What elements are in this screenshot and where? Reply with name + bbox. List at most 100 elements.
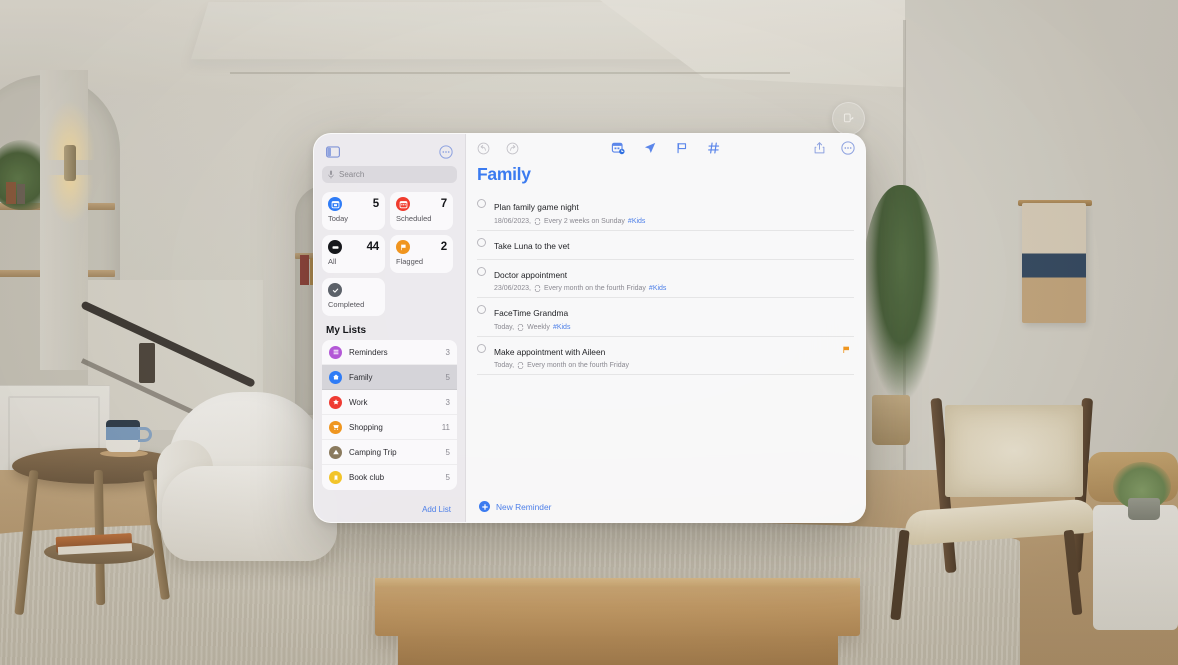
sconce-lower-glow bbox=[46, 175, 94, 225]
reminder-body: Plan family game night 18/06/2023, Every… bbox=[494, 197, 854, 225]
reminder-repeat: Weekly bbox=[527, 324, 550, 331]
tag-button[interactable] bbox=[706, 140, 722, 156]
plus-circle-icon bbox=[479, 501, 490, 512]
location-icon bbox=[643, 141, 657, 155]
smart-list-label: Scheduled bbox=[396, 214, 447, 223]
white-pedestal-table bbox=[1093, 505, 1178, 630]
list-count: 5 bbox=[446, 473, 450, 482]
add-list-button[interactable]: Add List bbox=[422, 505, 451, 514]
smart-lists-grid: 5 Today 7 Scheduled 44 All 2 Flagged Com… bbox=[322, 192, 457, 316]
coffee-table-front-face bbox=[398, 636, 838, 665]
cart-icon bbox=[329, 421, 342, 434]
content-more-button[interactable] bbox=[840, 140, 856, 156]
more-circle-icon bbox=[439, 145, 453, 159]
sidebar-item-shopping[interactable]: Shopping 11 bbox=[322, 415, 457, 440]
page-title: Family bbox=[466, 158, 865, 192]
table-row[interactable]: Make appointment with Aileen Today, Ever… bbox=[477, 337, 854, 376]
sidebar-toggle-icon bbox=[326, 146, 340, 158]
list-count: 3 bbox=[446, 398, 450, 407]
new-reminder-button[interactable]: New Reminder bbox=[466, 493, 865, 522]
sidebar-header bbox=[322, 142, 457, 166]
reminder-subtitle: 18/06/2023, Every 2 weeks on Sunday #Kid… bbox=[494, 218, 854, 225]
smart-list-count: 5 bbox=[373, 198, 379, 210]
table-row[interactable]: Doctor appointment 23/06/2023, Every mon… bbox=[477, 260, 854, 299]
add-date-icon bbox=[611, 141, 625, 155]
redo-button[interactable] bbox=[504, 140, 520, 156]
list-count: 3 bbox=[446, 348, 450, 357]
wall-sconce bbox=[64, 145, 76, 181]
content-pane: Family Plan family game night 18/06/2023… bbox=[466, 134, 865, 522]
woven-planter-basket bbox=[872, 395, 910, 445]
location-button[interactable] bbox=[642, 140, 658, 156]
flag-button[interactable] bbox=[674, 140, 690, 156]
table-row[interactable]: FaceTime Grandma Today, Weekly #Kids bbox=[477, 298, 854, 337]
reminder-flag-badge[interactable] bbox=[841, 342, 851, 360]
sidebar-item-book-club[interactable]: Book club 5 bbox=[322, 465, 457, 490]
complete-toggle-circle-icon[interactable] bbox=[477, 199, 486, 208]
table-row[interactable]: Take Luna to the vet bbox=[477, 231, 854, 260]
more-circle-icon bbox=[841, 141, 855, 155]
complete-toggle-circle-icon[interactable] bbox=[477, 344, 486, 353]
complete-toggle-circle-icon[interactable] bbox=[477, 267, 486, 276]
reminder-title: Take Luna to the vet bbox=[494, 241, 569, 251]
small-plant-pot bbox=[1128, 498, 1160, 520]
repeat-icon bbox=[534, 218, 541, 225]
table-row[interactable]: Plan family game night 18/06/2023, Every… bbox=[477, 192, 854, 231]
sidebar-item-family[interactable]: Family 5 bbox=[322, 365, 457, 390]
bookmark-icon bbox=[329, 471, 342, 484]
list-count: 5 bbox=[446, 373, 450, 382]
complete-toggle-circle-icon[interactable] bbox=[477, 305, 486, 314]
list-label: Reminders bbox=[349, 348, 439, 357]
reminder-subtitle: Today, Every month on the fourth Friday bbox=[494, 362, 854, 369]
reminders-list: Plan family game night 18/06/2023, Every… bbox=[466, 192, 865, 493]
smart-list-scheduled[interactable]: 7 Scheduled bbox=[390, 192, 453, 230]
repeat-icon bbox=[534, 285, 541, 292]
toolbar-left-group bbox=[475, 140, 520, 156]
smart-list-label: All bbox=[328, 257, 379, 266]
coffee-table-top-edge bbox=[375, 578, 860, 587]
new-reminder-label: New Reminder bbox=[496, 502, 551, 512]
reminders-app-window: Search 5 Today 7 Scheduled 44 All 2 Flag… bbox=[313, 133, 866, 523]
wood-chair-canvas-back bbox=[945, 405, 1083, 497]
smart-list-completed[interactable]: Completed bbox=[322, 278, 385, 316]
hashtag-tag-icon bbox=[707, 141, 721, 155]
smart-list-all[interactable]: 44 All bbox=[322, 235, 385, 273]
smart-list-today[interactable]: 5 Today bbox=[322, 192, 385, 230]
sidebar-item-reminders[interactable]: Reminders 3 bbox=[322, 340, 457, 365]
reminder-title: Plan family game night bbox=[494, 202, 579, 212]
tent-icon bbox=[329, 446, 342, 459]
alcove-book-red bbox=[300, 255, 309, 285]
star-icon bbox=[329, 396, 342, 409]
reminder-subtitle: Today, Weekly #Kids bbox=[494, 324, 854, 331]
reminder-tag[interactable]: #Kids bbox=[553, 324, 571, 331]
search-input[interactable]: Search bbox=[322, 166, 457, 183]
add-date-button[interactable] bbox=[610, 140, 626, 156]
tray-icon bbox=[328, 240, 342, 254]
sidebar-more-button[interactable] bbox=[438, 144, 454, 160]
list-count: 5 bbox=[446, 448, 450, 457]
large-floor-plant bbox=[862, 185, 940, 400]
undo-button[interactable] bbox=[475, 140, 491, 156]
sidebar-item-work[interactable]: Work 3 bbox=[322, 390, 457, 415]
house-icon bbox=[329, 371, 342, 384]
reminder-tag[interactable]: #Kids bbox=[628, 218, 646, 225]
smart-list-flagged[interactable]: 2 Flagged bbox=[390, 235, 453, 273]
wall-tapestry bbox=[1022, 203, 1086, 323]
sidebar-item-camping-trip[interactable]: Camping Trip 5 bbox=[322, 440, 457, 465]
smart-list-label: Today bbox=[328, 214, 379, 223]
left-shelf-book bbox=[6, 182, 16, 204]
reminder-title: Doctor appointment bbox=[494, 270, 567, 280]
window-resize-button[interactable] bbox=[832, 102, 865, 135]
left-shelf-book-2 bbox=[17, 184, 25, 204]
sidebar-toggle-button[interactable] bbox=[325, 144, 341, 160]
repeat-icon bbox=[517, 362, 524, 369]
share-icon bbox=[813, 141, 826, 155]
stair-newel-post bbox=[139, 343, 155, 383]
toolbar-center-group bbox=[610, 140, 722, 156]
complete-toggle-circle-icon[interactable] bbox=[477, 238, 486, 247]
share-button[interactable] bbox=[811, 140, 827, 156]
microphone-icon bbox=[328, 170, 334, 179]
reminder-tag[interactable]: #Kids bbox=[649, 285, 667, 292]
flag-icon bbox=[396, 240, 410, 254]
list-label: Camping Trip bbox=[349, 448, 439, 457]
